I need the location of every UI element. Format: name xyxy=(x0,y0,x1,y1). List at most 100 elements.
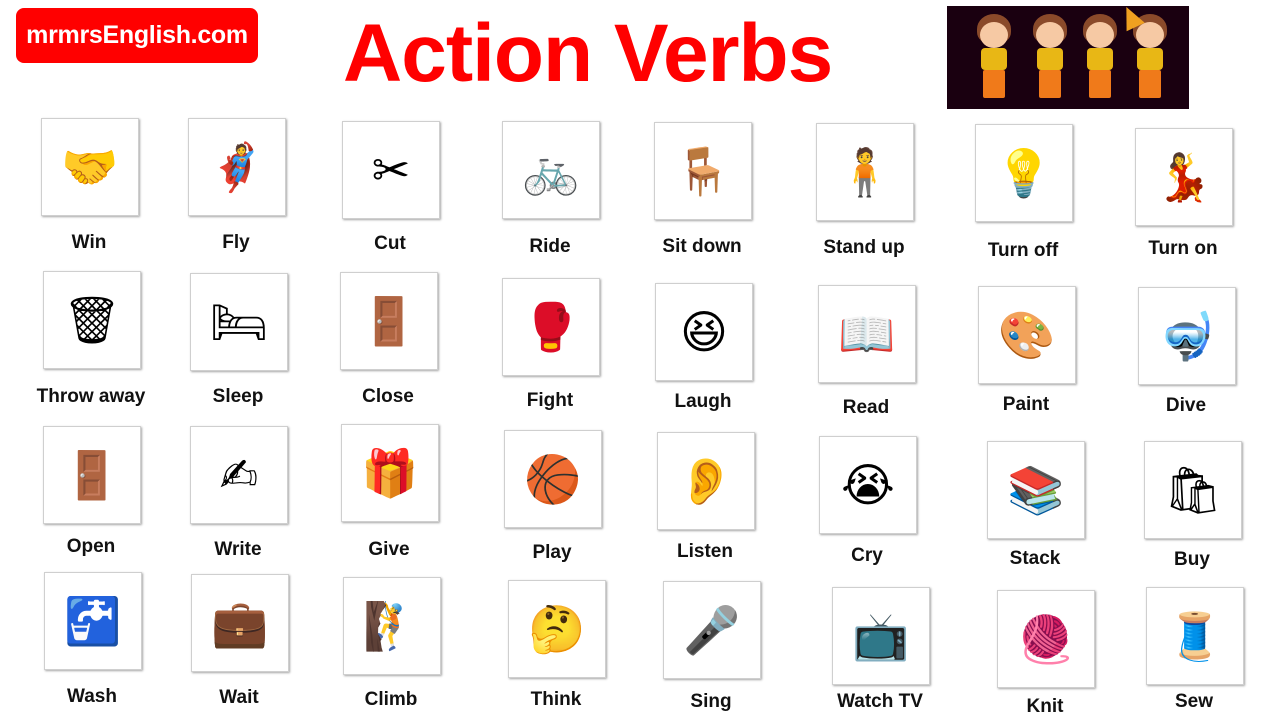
verb-card-image: 🚪 xyxy=(340,272,438,370)
sewing-needle-icon: 🧵 xyxy=(1166,609,1224,663)
verb-card-image: 📺 xyxy=(832,587,930,685)
page-title: Action Verbs xyxy=(343,8,833,99)
verb-card-image: 😆 xyxy=(655,283,753,381)
verb-label: Climb xyxy=(364,689,418,710)
verb-label: Give xyxy=(368,539,410,560)
verb-card-image: 🛍 xyxy=(1144,441,1242,539)
verb-card-image: 🤝 xyxy=(41,118,139,216)
verb-card-image: 💃 xyxy=(1135,128,1233,226)
verb-label: Close xyxy=(362,386,414,407)
verb-label: Open xyxy=(66,536,116,557)
kid-party-icon xyxy=(1117,6,1175,104)
verb-label: Dive xyxy=(1165,395,1207,416)
verb-card-image: 🎁 xyxy=(341,424,439,522)
verb-label: Play xyxy=(532,542,572,563)
pencil-icon: ✍ xyxy=(219,448,259,502)
verb-label: Wait xyxy=(219,687,259,708)
verb-card-image: 🎨 xyxy=(978,286,1076,384)
verb-label: Wash xyxy=(67,686,117,707)
thinking-face-icon: 🤔 xyxy=(528,602,586,656)
shopping-bag-icon: 🛍 xyxy=(1163,463,1223,517)
microphone-icon: 🎤 xyxy=(683,603,741,657)
verb-label: Turn off xyxy=(987,240,1059,261)
basketball-icon: 🏀 xyxy=(524,452,582,506)
verb-label: Sing xyxy=(690,691,732,712)
scissors-icon: ✂ xyxy=(371,143,411,197)
verb-label: Write xyxy=(214,539,262,560)
crying-face-icon: 😭 xyxy=(841,458,895,512)
yarn-icon: 🧶 xyxy=(1017,612,1075,666)
verb-label: Turn on xyxy=(1148,238,1218,259)
verb-card-image: 🤔 xyxy=(508,580,606,678)
verb-card-image: 🧶 xyxy=(997,590,1095,688)
verb-label: Win xyxy=(71,232,107,253)
verb-label: Stack xyxy=(1009,548,1061,569)
book-icon: 📖 xyxy=(838,307,896,361)
verb-card-image: ✂ xyxy=(342,121,440,219)
verb-card-image: 🏀 xyxy=(504,430,602,528)
verb-card-image: 👂 xyxy=(657,432,755,530)
trash-can-icon: 🗑 xyxy=(62,293,122,347)
dancing-girl-icon: 💃 xyxy=(1155,150,1213,204)
verb-card-image: ✍ xyxy=(190,426,288,524)
verb-card-image: 💼 xyxy=(191,574,289,672)
verb-label: Stand up xyxy=(823,237,905,258)
palette-icon: 🎨 xyxy=(998,308,1056,362)
verb-card-image: 🚲 xyxy=(502,121,600,219)
verb-label: Think xyxy=(530,689,582,710)
verb-card-image: 🧍 xyxy=(816,123,914,221)
verb-label: Watch TV xyxy=(837,691,923,712)
verb-card-image: 🎤 xyxy=(663,581,761,679)
standing-person-icon: 🧍 xyxy=(836,145,894,199)
television-icon: 📺 xyxy=(852,609,910,663)
verb-label: Fly xyxy=(222,232,250,253)
kid-scared-icon xyxy=(969,14,1019,104)
verb-label: Cry xyxy=(851,545,883,566)
gift-icon: 🎁 xyxy=(361,446,419,500)
diver-icon: 🤿 xyxy=(1158,309,1216,363)
verb-label: Sew xyxy=(1174,691,1214,712)
brand-badge[interactable]: mrmrsEnglish.com xyxy=(16,8,258,63)
bicycle-icon: 🚲 xyxy=(522,143,580,197)
verb-label: Paint xyxy=(1002,394,1050,415)
verb-label: Ride xyxy=(529,236,571,257)
laughing-face-icon: 😆 xyxy=(680,305,728,359)
verb-card-image: 🪑 xyxy=(654,122,752,220)
superhero-flying-icon: 🦸 xyxy=(208,140,266,194)
bed-icon: 🛏 xyxy=(209,295,269,349)
verb-label: Buy xyxy=(1174,549,1210,570)
verb-card-image: 🛏 xyxy=(190,273,288,371)
verb-label: Cut xyxy=(374,233,406,254)
verb-label: Laugh xyxy=(674,391,732,412)
door-icon: 🚪 xyxy=(360,294,418,348)
handshake-icon: 🤝 xyxy=(61,140,119,194)
lamp-icon: 💡 xyxy=(995,146,1053,200)
open-door-icon: 🚪 xyxy=(63,448,121,502)
verb-card-image: 🚰 xyxy=(44,572,142,670)
verb-card-image: 🦸 xyxy=(188,118,286,216)
briefcase-icon: 💼 xyxy=(211,596,269,650)
verb-card-image: 🧗 xyxy=(343,577,441,675)
boxing-icon: 🥊 xyxy=(522,300,580,354)
verb-card-image: 🥊 xyxy=(502,278,600,376)
header-banner-image xyxy=(947,6,1189,109)
ear-icon: 👂 xyxy=(677,454,735,508)
verb-label: Listen xyxy=(677,541,733,562)
verb-label: Knit xyxy=(1026,696,1064,717)
climber-icon: 🧗 xyxy=(363,599,421,653)
faucet-icon: 🚰 xyxy=(64,594,122,648)
verb-label: Throw away xyxy=(36,386,146,407)
verb-label: Sit down xyxy=(662,236,742,257)
verb-card-image: 📚 xyxy=(987,441,1085,539)
kid-playful-icon xyxy=(1075,14,1125,104)
verb-card-image: 🧵 xyxy=(1146,587,1244,685)
verb-label: Sleep xyxy=(212,386,264,407)
verb-card-image: 🚪 xyxy=(43,426,141,524)
verb-card-image: 🤿 xyxy=(1138,287,1236,385)
chair-icon: 🪑 xyxy=(674,144,732,198)
verb-card-image: 💡 xyxy=(975,124,1073,222)
kid-crying-icon xyxy=(1025,14,1075,104)
verb-label: Read xyxy=(842,397,890,418)
verb-label: Fight xyxy=(526,390,574,411)
verb-card-image: 🗑 xyxy=(43,271,141,369)
